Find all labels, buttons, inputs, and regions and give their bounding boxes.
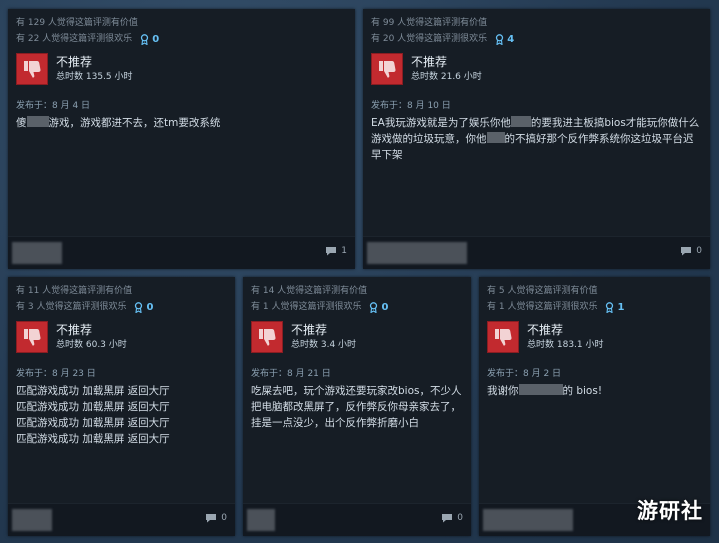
review-card: 有 99 人觉得这篇评测有价值 有 20 人觉得这篇评测很欢乐 4 不推荐 总时…: [363, 9, 710, 269]
comment-count: 0: [221, 513, 227, 523]
review-text: 我谢你的 bios!: [487, 384, 603, 397]
review-footer: 0: [243, 503, 471, 536]
avatar[interactable]: [367, 242, 467, 264]
watermark-logo: 游研社: [637, 499, 703, 523]
funny-count: 有 20 人觉得这篇评测很欢乐: [371, 34, 488, 44]
award-button[interactable]: 0: [134, 302, 153, 313]
award-count: 4: [507, 33, 515, 45]
award-icon: [370, 301, 378, 313]
comment-icon: [326, 247, 337, 256]
review-line: 匹配游戏成功 加载黑屏 返回大厅: [16, 417, 170, 429]
posted-date: 发布于：8 月 21 日: [251, 369, 331, 379]
posted-date: 发布于：8 月 4 日: [16, 101, 91, 111]
avatar[interactable]: [247, 509, 275, 531]
review-text: 傻游戏，游戏都进不去，还tm要改系统: [16, 116, 221, 129]
comment-count: 1: [341, 246, 347, 256]
comments-button[interactable]: 0: [441, 513, 463, 523]
avatar[interactable]: [12, 242, 62, 264]
avatar[interactable]: [12, 509, 52, 531]
award-button[interactable]: 1: [605, 302, 624, 313]
review-line: 匹配游戏成功 加载黑屏 返回大厅: [16, 401, 170, 413]
helpful-count: 有 129 人觉得这篇评测有价值: [16, 18, 138, 28]
thumbs-down-icon: [487, 321, 519, 353]
award-button[interactable]: 0: [369, 302, 388, 313]
award-count: 1: [617, 301, 625, 313]
thumbs-down-icon: [251, 321, 283, 353]
redaction-block: [510, 116, 531, 127]
review-text: 吃屎去吧，玩个游戏还要玩家改bios，不少人把电脑都改黑屏了，反作弊反你母亲家去…: [251, 385, 462, 429]
award-button[interactable]: 0: [140, 34, 159, 45]
award-icon: [606, 301, 614, 313]
review-line: 匹配游戏成功 加载黑屏 返回大厅: [16, 385, 170, 397]
comments-button[interactable]: 0: [680, 246, 702, 256]
helpful-count: 有 14 人觉得这篇评测有价值: [251, 286, 368, 296]
posted-date: 发布于：8 月 23 日: [16, 369, 96, 379]
review-card: 有 129 人觉得这篇评测有价值 有 22 人觉得这篇评测很欢乐 0 不推荐 总…: [8, 9, 355, 269]
hours-played: 总时数 21.6 小时: [411, 72, 482, 82]
posted-date: 发布于：8 月 10 日: [371, 101, 451, 111]
avatar[interactable]: [483, 509, 573, 531]
funny-count: 有 1 人觉得这篇评测很欢乐: [251, 302, 362, 312]
hours-played: 总时数 183.1 小时: [527, 340, 604, 350]
award-count: 0: [146, 301, 154, 313]
thumbs-down-icon: [16, 321, 48, 353]
award-icon: [141, 33, 149, 45]
helpful-count: 有 11 人觉得这篇评测有价值: [16, 286, 133, 296]
comment-count: 0: [457, 513, 463, 523]
recommendation-label: 不推荐: [527, 323, 564, 337]
award-count: 0: [381, 301, 389, 313]
review-card: 有 14 人觉得这篇评测有价值 有 1 人觉得这篇评测很欢乐 0 不推荐 总时数…: [243, 277, 471, 536]
funny-count: 有 1 人觉得这篇评测很欢乐: [487, 302, 598, 312]
comment-icon: [206, 514, 217, 523]
helpful-count: 有 99 人觉得这篇评测有价值: [371, 18, 488, 28]
redaction-block: [486, 132, 505, 143]
comments-button[interactable]: 0: [205, 513, 227, 523]
recommendation-label: 不推荐: [56, 323, 93, 337]
award-button[interactable]: 4: [495, 34, 514, 45]
recommendation-label: 不推荐: [291, 323, 328, 337]
funny-count: 有 3 人觉得这篇评测很欢乐: [16, 302, 127, 312]
recommendation-label: 不推荐: [56, 55, 93, 69]
award-icon: [135, 301, 143, 313]
helpful-count: 有 5 人觉得这篇评测有价值: [487, 286, 598, 296]
review-text: EA我玩游戏就是为了娱乐你他 的要我进主板搞bios才能玩你做什么游戏做的垃圾玩意…: [371, 116, 700, 161]
hours-played: 总时数 3.4 小时: [291, 340, 357, 350]
redaction-block: [26, 116, 49, 127]
comment-icon: [681, 247, 692, 256]
review-text: 匹配游戏成功 加载黑屏 返回大厅 匹配游戏成功 加载黑屏 返回大厅 匹配游戏成功…: [16, 383, 227, 447]
thumbs-down-icon: [16, 53, 48, 85]
review-card: 有 11 人觉得这篇评测有价值 有 3 人觉得这篇评测很欢乐 0 不推荐 总时数…: [8, 277, 235, 536]
hours-played: 总时数 135.5 小时: [56, 72, 133, 82]
funny-count: 有 22 人觉得这篇评测很欢乐: [16, 34, 133, 44]
hours-played: 总时数 60.3 小时: [56, 340, 127, 350]
comment-count: 0: [696, 246, 702, 256]
thumbs-down-icon: [371, 53, 403, 85]
posted-date: 发布于：8 月 2 日: [487, 369, 562, 379]
review-line: 匹配游戏成功 加载黑屏 返回大厅: [16, 433, 170, 445]
review-footer: 1: [8, 236, 355, 269]
award-icon: [496, 33, 504, 45]
redaction-block: [518, 384, 563, 395]
comment-icon: [442, 514, 453, 523]
award-count: 0: [152, 33, 160, 45]
recommendation-label: 不推荐: [411, 55, 448, 69]
comments-button[interactable]: 1: [325, 246, 347, 256]
review-footer: 0: [363, 236, 710, 269]
review-footer: 0: [8, 503, 235, 536]
